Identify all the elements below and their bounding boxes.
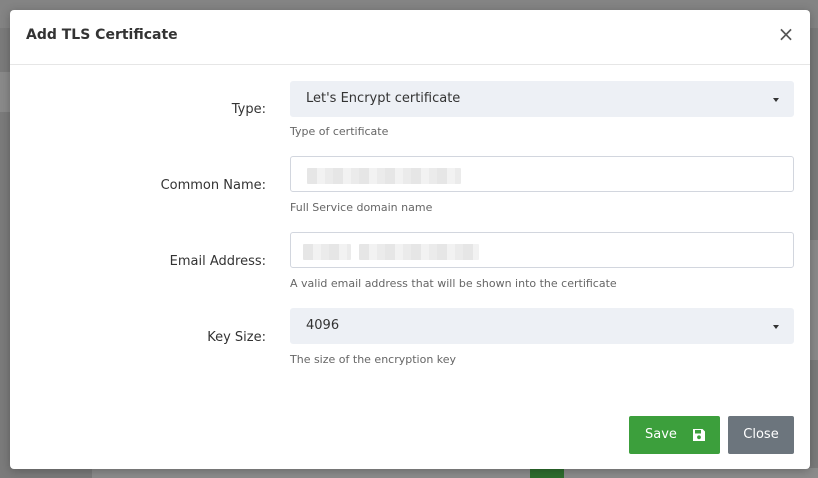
common-name-input[interactable] xyxy=(290,156,794,192)
key-size-row: Key Size: 4096 The size of the encryptio… xyxy=(10,308,810,368)
email-row: Email Address: A valid email address tha… xyxy=(10,232,810,292)
type-select[interactable]: Let's Encrypt certificate xyxy=(290,81,794,117)
background-green-element xyxy=(530,468,564,478)
type-row: Type: Let's Encrypt certificate Type of … xyxy=(10,80,810,140)
type-label: Type: xyxy=(231,102,266,117)
type-select-value: Let's Encrypt certificate xyxy=(306,91,461,106)
email-label: Email Address: xyxy=(169,254,266,269)
type-help-text: Type of certificate xyxy=(290,125,389,138)
close-icon[interactable]: × xyxy=(776,24,796,44)
floppy-disk-icon xyxy=(693,429,705,441)
common-name-help-text: Full Service domain name xyxy=(290,201,433,214)
redacted-value-part2 xyxy=(359,244,479,260)
common-name-label: Common Name: xyxy=(160,178,266,193)
key-size-help-text: The size of the encryption key xyxy=(290,353,457,366)
key-size-select[interactable]: 4096 xyxy=(290,308,794,344)
caret-down-icon xyxy=(773,98,779,102)
key-size-select-value: 4096 xyxy=(306,318,340,333)
add-tls-certificate-dialog: Add TLS Certificate × Type: Let's Encryp… xyxy=(10,10,810,469)
modal-header: Add TLS Certificate × xyxy=(10,10,810,65)
common-name-row: Common Name: Full Service domain name xyxy=(10,156,810,216)
email-help-text: A valid email address that will be shown… xyxy=(290,277,617,290)
background-left-strip xyxy=(0,72,10,112)
save-button-label: Save xyxy=(645,427,677,442)
close-button-label: Close xyxy=(743,427,779,442)
redacted-value-part1 xyxy=(303,244,351,260)
modal-title: Add TLS Certificate xyxy=(26,27,178,43)
email-input[interactable] xyxy=(290,232,794,268)
redacted-value xyxy=(307,168,461,184)
background-bottom-bar xyxy=(92,468,818,478)
caret-down-icon xyxy=(773,325,779,329)
close-button[interactable]: Close xyxy=(728,416,794,454)
key-size-label: Key Size: xyxy=(207,330,266,345)
save-button[interactable]: Save xyxy=(629,416,720,454)
